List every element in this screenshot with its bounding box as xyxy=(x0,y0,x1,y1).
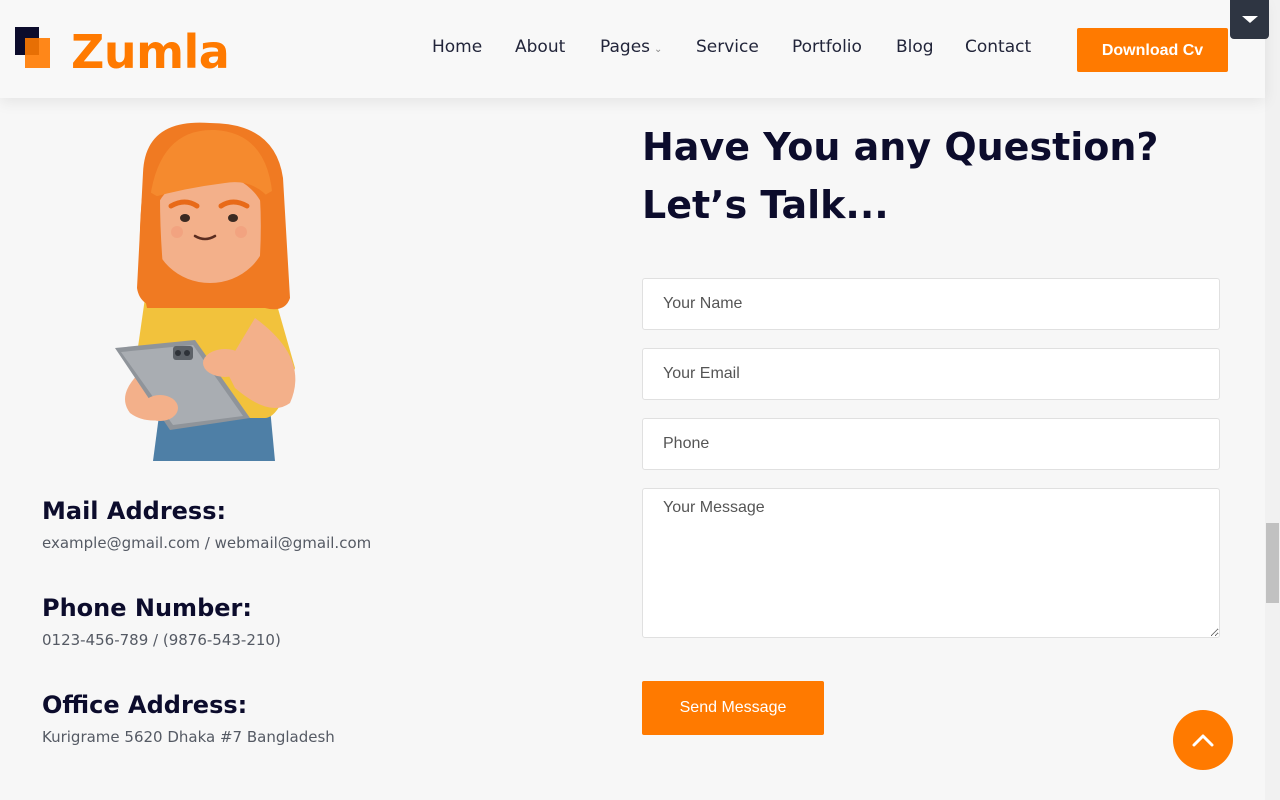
caret-down-icon[interactable] xyxy=(1230,0,1269,39)
form-title-line-2: Let’s Talk... xyxy=(642,183,889,227)
mail-info: Mail Address: example@gmail.com / webmai… xyxy=(42,497,371,552)
form-title-line-1: Have You any Question? xyxy=(642,125,1159,169)
phone-input[interactable] xyxy=(642,418,1220,470)
office-heading: Office Address: xyxy=(42,691,248,719)
office-info: Office Address: Kurigrame 5620 Dhaka #7 … xyxy=(42,691,335,746)
page-scrollbar[interactable] xyxy=(1265,0,1280,800)
download-cv-button[interactable]: Download Cv xyxy=(1077,28,1228,72)
site-header: Zumla Home About Pages ⌄ Service Portfoli… xyxy=(0,0,1265,98)
chevron-down-icon: ⌄ xyxy=(654,44,663,55)
nav-about[interactable]: About xyxy=(515,37,565,57)
message-textarea[interactable] xyxy=(642,488,1220,638)
nav-service[interactable]: Service xyxy=(696,37,759,57)
nav-home[interactable]: Home xyxy=(432,37,482,57)
office-value: Kurigrame 5620 Dhaka #7 Bangladesh xyxy=(42,728,335,746)
mail-value: example@gmail.com / webmail@gmail.com xyxy=(42,534,372,552)
mail-heading: Mail Address: xyxy=(42,497,227,525)
nav-pages-label: Pages xyxy=(600,37,651,57)
send-message-button[interactable]: Send Message xyxy=(642,681,824,735)
scrollbar-thumb[interactable] xyxy=(1266,523,1279,603)
logo-text: Zumla xyxy=(71,25,230,79)
phone-info: Phone Number: 0123-456-789 / (9876-543-2… xyxy=(42,594,281,649)
back-to-top-button[interactable] xyxy=(1173,710,1233,770)
form-title: Have You any Question? Let’s Talk... xyxy=(642,118,1202,234)
chevron-up-icon xyxy=(1192,734,1214,747)
nav-pages[interactable]: Pages ⌄ xyxy=(600,37,662,57)
avatar-illustration xyxy=(115,122,296,461)
email-input[interactable] xyxy=(642,348,1220,400)
nav-contact[interactable]: Contact xyxy=(965,37,1031,57)
nav-blog[interactable]: Blog xyxy=(896,37,934,57)
phone-value: 0123-456-789 / (9876-543-210) xyxy=(42,631,281,649)
site-logo[interactable]: Zumla xyxy=(15,25,230,79)
nav-portfolio[interactable]: Portfolio xyxy=(792,37,862,57)
logo-mark-icon xyxy=(15,27,51,69)
name-input[interactable] xyxy=(642,278,1220,330)
phone-heading: Phone Number: xyxy=(42,594,252,622)
